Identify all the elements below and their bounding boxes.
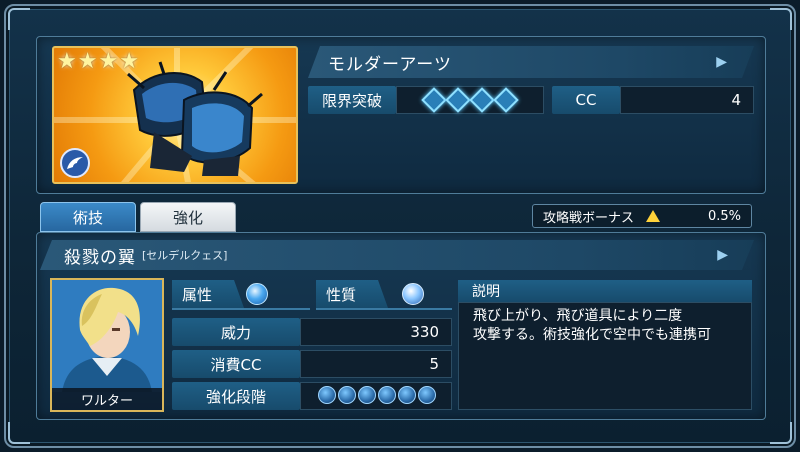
- tab-enhance[interactable]: 強化: [140, 202, 236, 232]
- up-arrow-icon: [646, 210, 661, 222]
- enhance-stage-orb-icon: [398, 386, 416, 404]
- cc-cost-label: 消費CC: [172, 350, 300, 378]
- character-name: ワルター: [52, 388, 162, 410]
- frame-corner-ornament: [770, 422, 792, 444]
- star-icon: ★: [119, 49, 139, 74]
- skill-name-banner: 殺戮の翼 [セルデルクェス] ▶: [40, 240, 754, 270]
- chevron-right-icon: ▶: [717, 247, 728, 263]
- limit-break-diamond-icon: [493, 87, 519, 113]
- character-portrait[interactable]: ワルター: [50, 278, 164, 412]
- limit-break-diamond-icon: [421, 87, 447, 113]
- wing-icon: [60, 148, 90, 178]
- raid-bonus: 攻略戦ボーナス 0.5%: [532, 204, 752, 228]
- nature-label: 性質: [316, 280, 388, 308]
- enhance-stage-orb-icon: [418, 386, 436, 404]
- enhance-stage-orb-icon: [378, 386, 396, 404]
- limit-break-diamond-icon: [445, 87, 471, 113]
- description-body: 飛び上がり、飛び道具により二度 攻撃する。術技強化で空中でも連携可: [458, 302, 752, 410]
- character-avatar: [52, 280, 162, 392]
- enhance-stage-label: 強化段階: [172, 382, 300, 410]
- attribute-divider: [172, 308, 310, 310]
- description-header: 説明: [458, 280, 752, 302]
- star-icon: ★: [98, 49, 119, 74]
- cc-cost-value: 5: [300, 350, 452, 378]
- skill-reading: [セルデルクェス]: [142, 249, 228, 262]
- frame-corner-ornament: [8, 422, 30, 444]
- raid-bonus-value: 0.5%: [707, 208, 741, 224]
- frame-corner-ornament: [8, 8, 30, 30]
- gauntlet-icon: [127, 61, 263, 176]
- enhance-stage-indicator: [318, 386, 436, 404]
- star-icon: ★: [57, 49, 77, 74]
- cc-value: 4: [620, 86, 754, 114]
- water-element-icon: [246, 283, 268, 305]
- enhance-stage-orb-icon: [338, 386, 356, 404]
- nature-divider: [316, 308, 452, 310]
- spiral-nature-icon: [402, 283, 424, 305]
- tab-skill[interactable]: 術技: [40, 202, 136, 232]
- cc-label: CC: [552, 86, 620, 114]
- item-name-banner: モルダーアーツ ▶: [308, 46, 754, 78]
- item-card[interactable]: ★ ★ ★ ★: [52, 46, 298, 184]
- item-name: モルダーアーツ: [328, 54, 452, 75]
- chevron-right-icon: ▶: [716, 54, 728, 70]
- limit-break-diamond-icon: [469, 87, 495, 113]
- frame-corner-ornament: [770, 8, 792, 30]
- description-line: 攻撃する。術技強化で空中でも連携可: [473, 327, 711, 343]
- rarity-stars: ★ ★ ★ ★: [57, 51, 139, 73]
- power-value: 330: [300, 318, 452, 346]
- power-label: 威力: [172, 318, 300, 346]
- attribute-label: 属性: [172, 280, 244, 308]
- star-icon: ★: [77, 49, 98, 74]
- description-line: 飛び上がり、飛び道具により二度: [473, 308, 683, 324]
- raid-bonus-label: 攻略戦ボーナス: [543, 210, 635, 226]
- limit-break-label: 限界突破: [308, 86, 396, 114]
- enhance-stage-orb-icon: [358, 386, 376, 404]
- limit-break-diamonds: [398, 86, 542, 114]
- enhance-stage-orb-icon: [318, 386, 336, 404]
- skill-name: 殺戮の翼: [64, 247, 136, 268]
